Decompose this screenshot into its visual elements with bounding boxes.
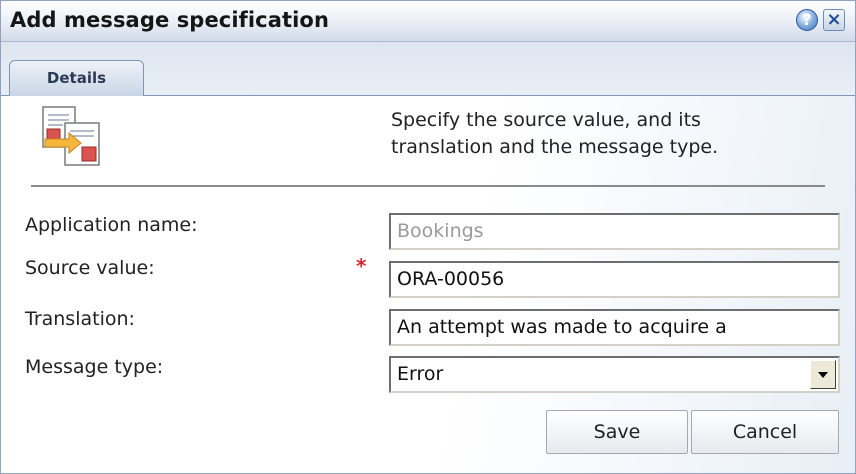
section-divider (31, 185, 825, 187)
required-marker: * (356, 254, 367, 278)
translation-document-icon (42, 106, 100, 166)
application-name-label: Application name: (25, 214, 198, 236)
message-type-label: Message type: (25, 356, 164, 378)
source-value-field[interactable]: ORA-00056 (389, 261, 840, 298)
add-message-specification-dialog: Add message specification ? × Details Sp… (0, 0, 856, 474)
translation-field[interactable]: An attempt was made to acquire a (389, 309, 840, 346)
dialog-title: Add message specification (10, 8, 329, 32)
instructions-text: Specify the source value, and its transl… (391, 107, 831, 161)
instructions-line-2: translation and the message type. (391, 136, 719, 158)
message-type-select[interactable]: Error (389, 356, 840, 393)
tab-strip: Details (1, 42, 855, 96)
help-icon[interactable]: ? (796, 9, 818, 31)
chevron-down-icon[interactable] (810, 360, 836, 389)
translation-label: Translation: (25, 308, 135, 330)
close-icon[interactable]: × (823, 9, 845, 31)
message-type-selected-value: Error (397, 363, 444, 385)
instructions-line-1: Specify the source value, and its (391, 109, 701, 131)
dialog-titlebar: Add message specification ? × (1, 1, 855, 42)
tab-details[interactable]: Details (9, 60, 144, 96)
save-button[interactable]: Save (546, 410, 688, 454)
application-name-field: Bookings (389, 213, 840, 250)
cancel-button[interactable]: Cancel (691, 410, 839, 454)
source-value-label: Source value: (25, 257, 155, 279)
